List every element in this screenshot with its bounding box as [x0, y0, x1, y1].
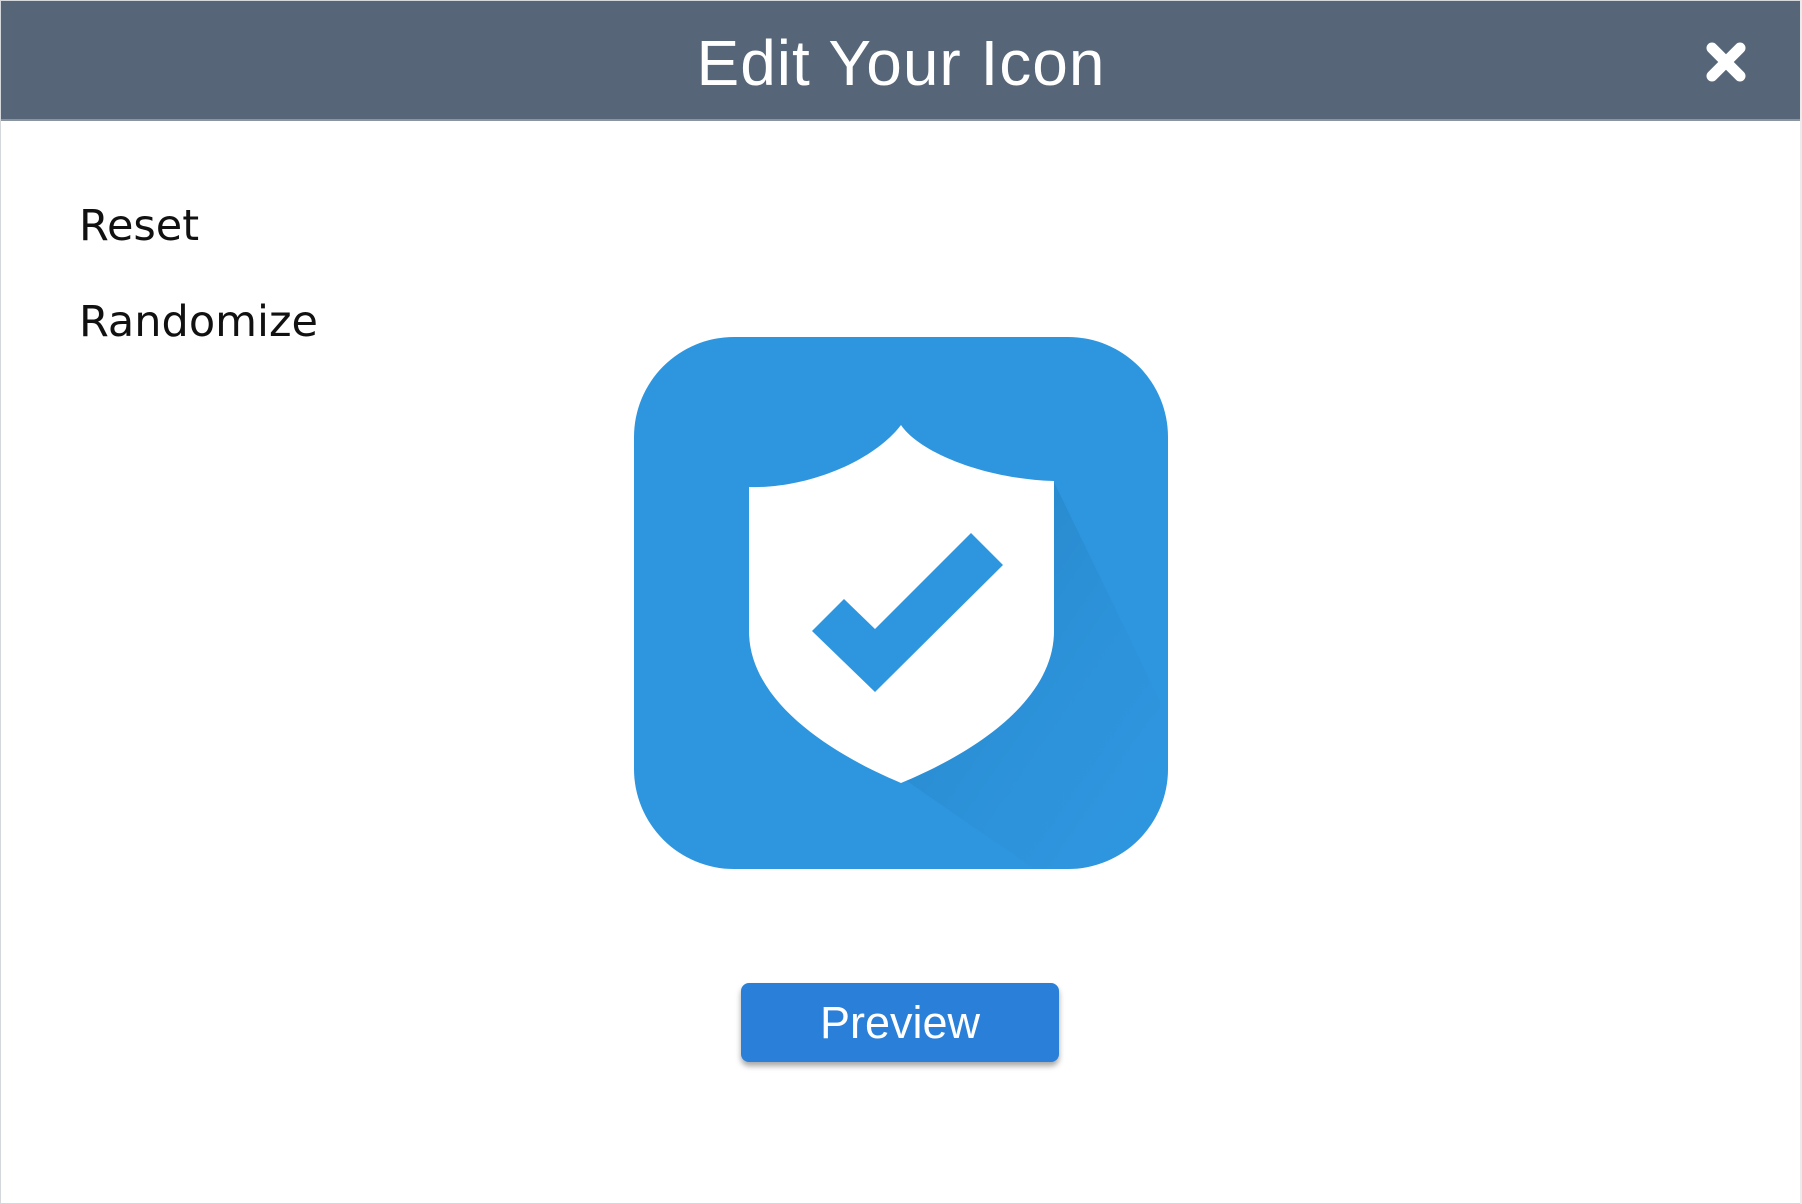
close-icon: [1706, 42, 1746, 82]
dialog-title: Edit Your Icon: [696, 27, 1106, 99]
reset-button[interactable]: Reset: [79, 196, 318, 292]
preview-button[interactable]: Preview: [741, 983, 1059, 1062]
side-menu: Reset Randomize: [79, 196, 318, 388]
dialog-titlebar: Edit Your Icon: [1, 1, 1801, 121]
icon-preview: [634, 337, 1168, 869]
close-button[interactable]: [1701, 37, 1751, 87]
edit-icon-dialog: Edit Your Icon Reset Randomize Preview: [0, 0, 1802, 1204]
shield-check-icon: [634, 337, 1168, 869]
randomize-button[interactable]: Randomize: [79, 292, 318, 388]
